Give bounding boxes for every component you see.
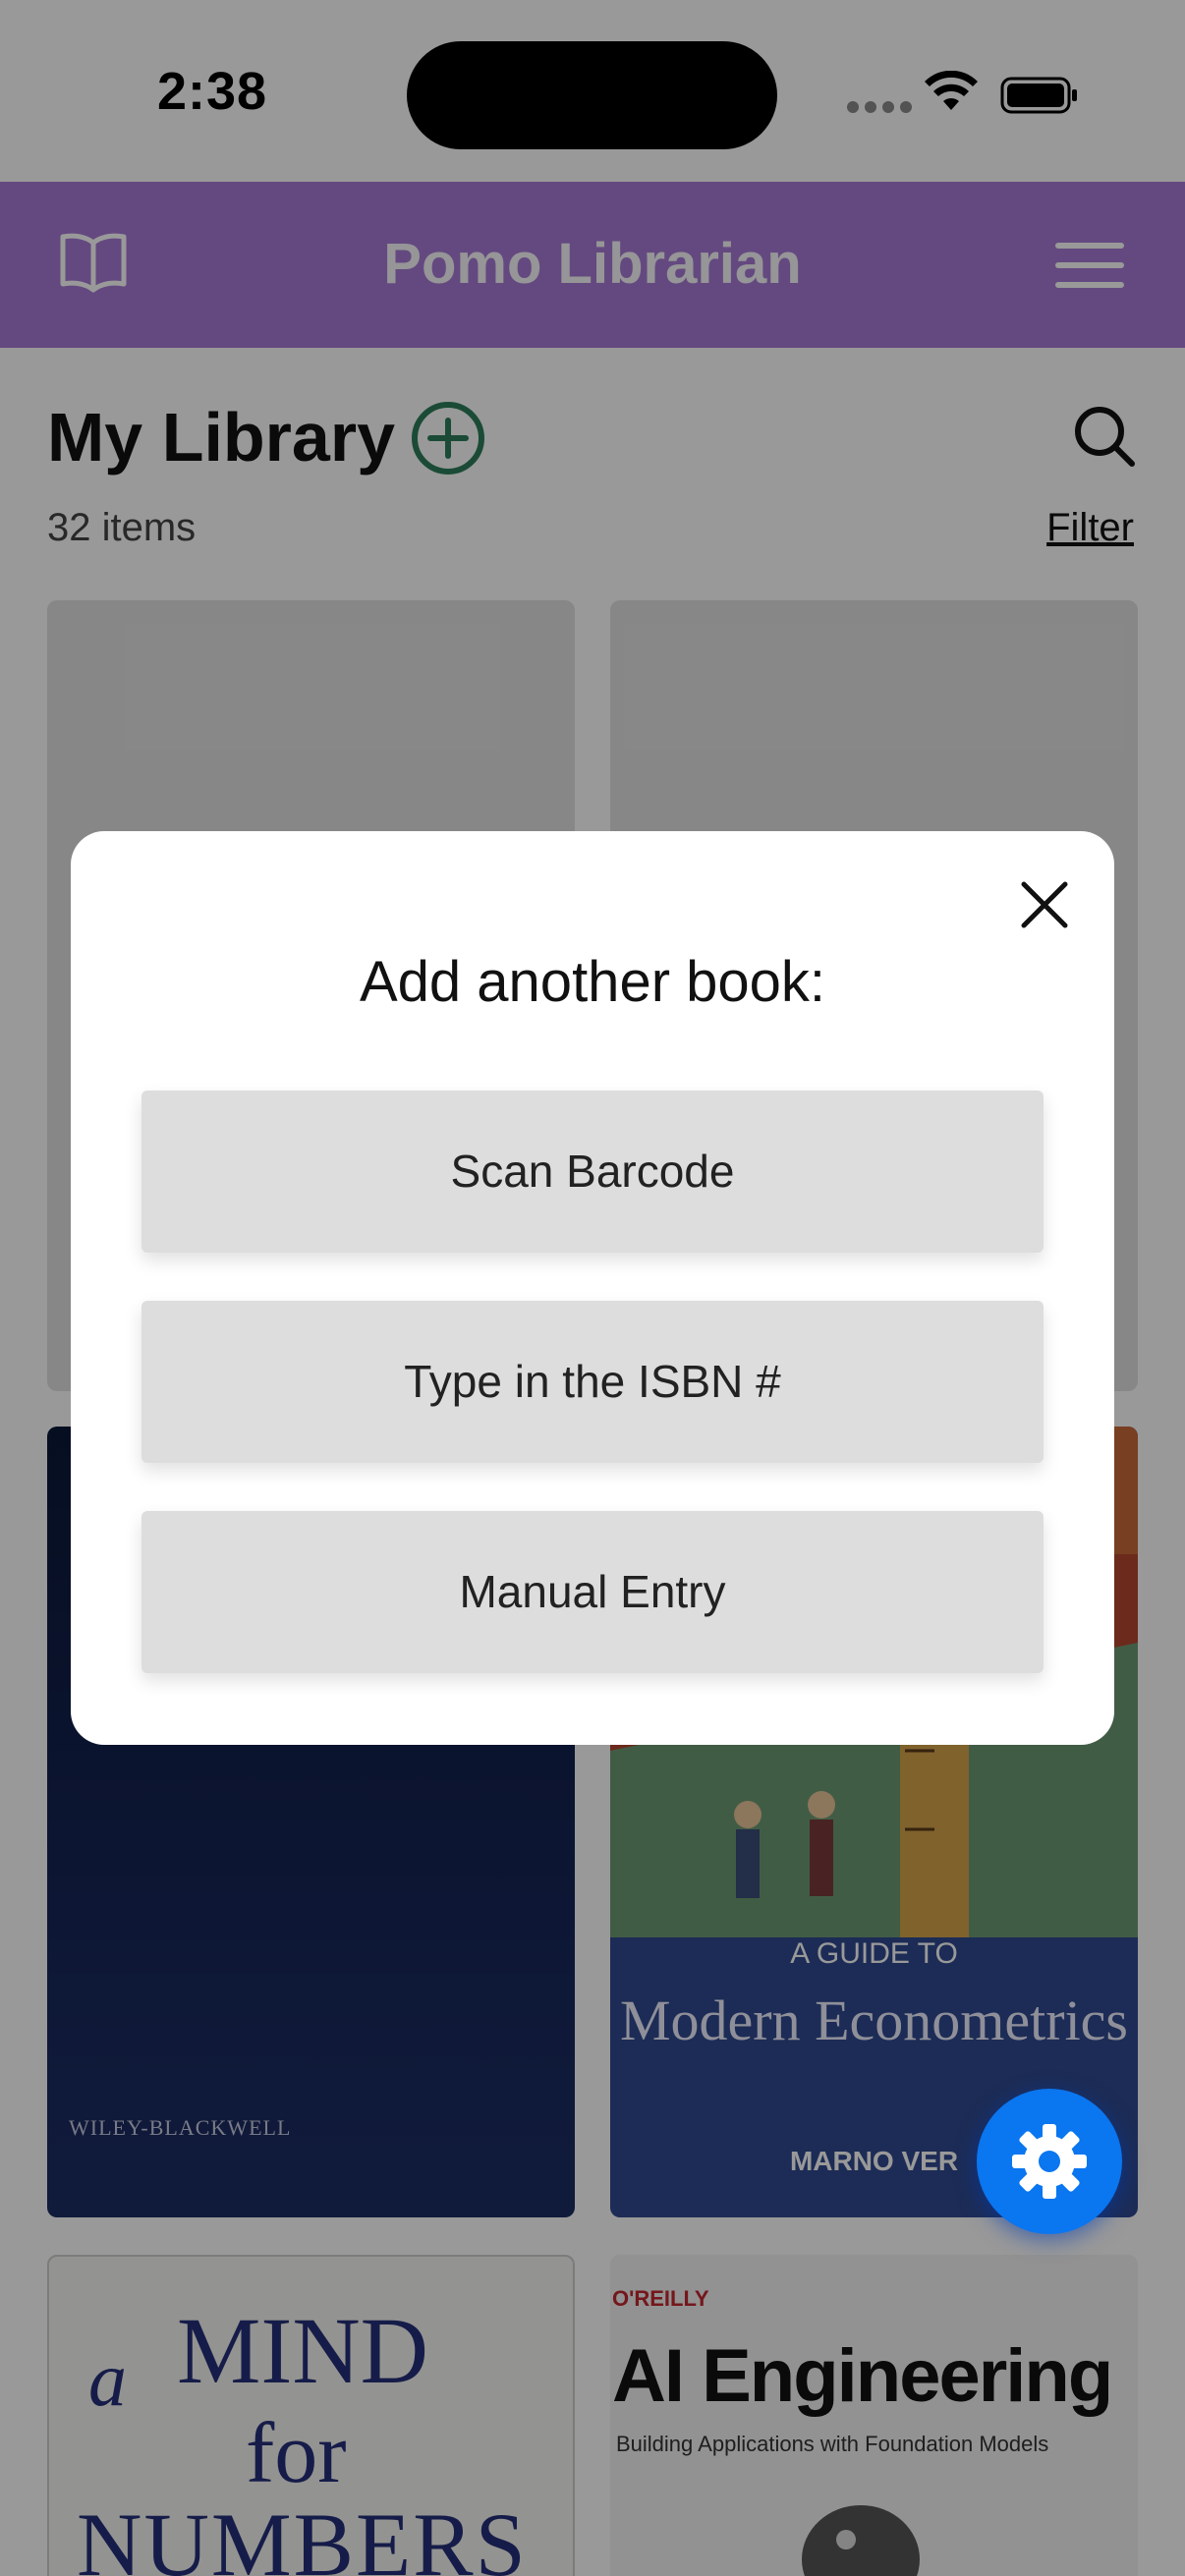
close-icon[interactable] xyxy=(1014,874,1075,935)
modal-title: Add another book: xyxy=(359,950,826,1014)
type-isbn-button[interactable]: Type in the ISBN # xyxy=(141,1301,1044,1463)
manual-entry-button[interactable]: Manual Entry xyxy=(141,1511,1044,1673)
gear-icon xyxy=(1012,2124,1087,2199)
app-screen: 2:38 Pomo Librarian My Library 32 items … xyxy=(0,0,1185,2576)
scan-barcode-button[interactable]: Scan Barcode xyxy=(141,1091,1044,1253)
add-book-modal: Add another book: Scan Barcode Type in t… xyxy=(71,831,1114,1745)
settings-fab-button[interactable] xyxy=(977,2089,1122,2234)
